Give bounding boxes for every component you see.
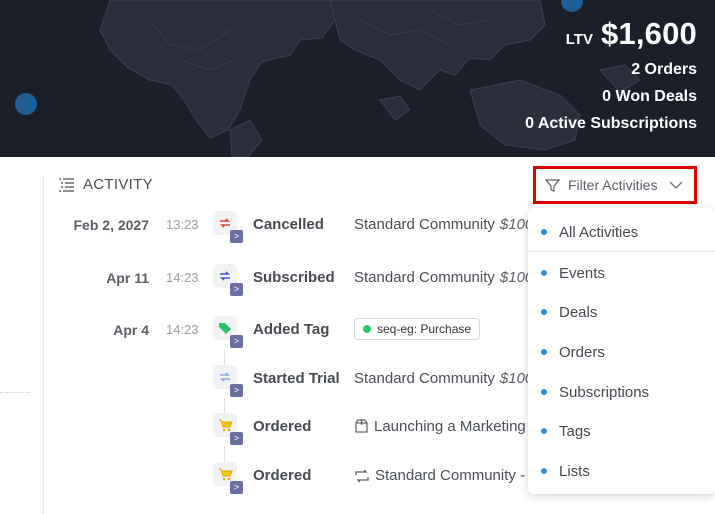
bullet-icon bbox=[541, 309, 547, 315]
filter-option-deals[interactable]: Deals bbox=[528, 297, 715, 327]
activity-description: Standard Community $100 bbox=[354, 216, 528, 233]
filter-option-subscriptions[interactable]: Subscriptions bbox=[528, 377, 715, 407]
activity-date: Apr 11 bbox=[106, 270, 149, 286]
activity-description: Standard Community - S bbox=[354, 467, 528, 484]
activity-description: Standard Community $100 bbox=[354, 269, 528, 286]
activity-type: Started Trial bbox=[253, 370, 340, 387]
box-icon bbox=[355, 419, 368, 433]
activity-row[interactable]: > Started Trial Standard Community $100 bbox=[0, 362, 528, 402]
activity-type: Ordered bbox=[253, 467, 312, 484]
expand-badge-icon: > bbox=[230, 481, 243, 494]
activity-type: Cancelled bbox=[253, 216, 324, 233]
activity-time: 13:23 bbox=[166, 217, 199, 232]
activity-row[interactable]: > Ordered Standard Community - S bbox=[0, 459, 528, 499]
expand-badge-icon: > bbox=[230, 230, 243, 243]
filter-option-events[interactable]: Events bbox=[528, 258, 715, 288]
bullet-icon bbox=[541, 389, 547, 395]
expand-badge-icon: > bbox=[230, 283, 243, 296]
trial-icon: > bbox=[213, 365, 243, 397]
activity-date: Feb 2, 2027 bbox=[73, 217, 150, 233]
filter-option-lists[interactable]: Lists bbox=[528, 456, 715, 486]
expand-badge-icon: > bbox=[230, 432, 243, 445]
tag-icon: > bbox=[213, 316, 243, 348]
expand-badge-icon: > bbox=[230, 384, 243, 397]
activity-row[interactable]: Apr 11 14:23 > Subscribed Standard Commu… bbox=[0, 261, 528, 301]
activity-time: 14:23 bbox=[166, 270, 199, 285]
activity-description: Standard Community $100 bbox=[354, 370, 528, 387]
subscription-icon: > bbox=[213, 264, 243, 296]
ltv-label: LTV bbox=[565, 31, 593, 48]
activity-amount: $100 bbox=[499, 216, 528, 233]
filter-option-all-activities[interactable]: All Activities bbox=[528, 217, 715, 247]
subscription-cancel-icon: > bbox=[213, 211, 243, 243]
active-subscriptions-count: 0 Active Subscriptions bbox=[525, 115, 697, 132]
activity-description: seq-eg: Purchase bbox=[354, 318, 481, 340]
activity-list: Feb 2, 2027 13:23 > Cancelled Standard C… bbox=[0, 0, 528, 514]
bullet-icon bbox=[541, 349, 547, 355]
activity-description: Launching a Marketing L bbox=[354, 418, 528, 435]
activity-type: Subscribed bbox=[253, 269, 335, 286]
activity-row[interactable]: Feb 2, 2027 13:23 > Cancelled Standard C… bbox=[0, 208, 528, 248]
filter-activities-button[interactable]: Filter Activities bbox=[533, 166, 697, 204]
filter-option-orders[interactable]: Orders bbox=[528, 337, 715, 367]
won-deals-count: 0 Won Deals bbox=[602, 88, 697, 105]
activity-date: Apr 4 bbox=[113, 322, 149, 338]
activity-row[interactable]: > Ordered Launching a Marketing L bbox=[0, 410, 528, 450]
filter-option-tags[interactable]: Tags bbox=[528, 416, 715, 446]
activity-amount: $100 bbox=[499, 269, 528, 286]
bullet-icon bbox=[541, 270, 547, 276]
repeat-icon bbox=[355, 469, 369, 482]
customer-stats: LTV $1,600 2 Orders 0 Won Deals 0 Active… bbox=[525, 16, 697, 133]
expand-badge-icon: > bbox=[230, 335, 243, 348]
orders-count: 2 Orders bbox=[631, 61, 697, 78]
tag-chip[interactable]: seq-eg: Purchase bbox=[354, 318, 481, 340]
activity-type: Added Tag bbox=[253, 321, 330, 338]
bullet-icon bbox=[541, 468, 547, 474]
menu-divider bbox=[528, 251, 715, 252]
filter-activities-label: Filter Activities bbox=[568, 177, 658, 193]
cart-icon: > bbox=[213, 462, 243, 494]
bullet-icon bbox=[541, 428, 547, 434]
activity-type: Ordered bbox=[253, 418, 312, 435]
filter-icon bbox=[545, 178, 560, 192]
filter-dropdown-menu: All Activities Events Deals Orders Subsc… bbox=[528, 208, 715, 494]
bullet-icon bbox=[541, 229, 547, 235]
tag-dot-icon bbox=[363, 325, 371, 333]
activity-time: 14:23 bbox=[166, 322, 199, 337]
activity-row[interactable]: Apr 4 14:23 > Added Tag seq-eg: Purchase bbox=[0, 313, 528, 353]
chevron-down-icon bbox=[670, 181, 683, 189]
ltv-value: $1,600 bbox=[600, 16, 697, 51]
cart-icon: > bbox=[213, 413, 243, 445]
activity-amount: $100 bbox=[499, 370, 528, 387]
